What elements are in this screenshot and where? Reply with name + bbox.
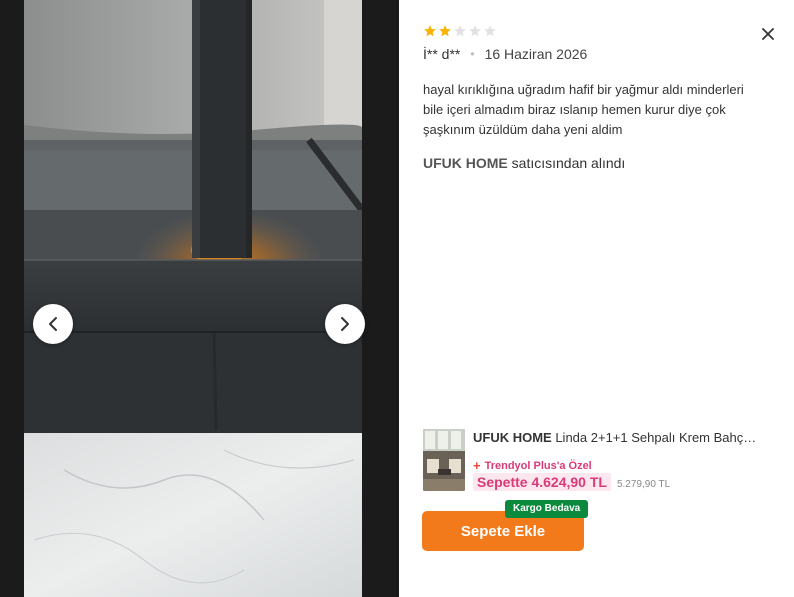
- star-filled-icon: [439, 25, 451, 37]
- plus-icon: +: [473, 458, 481, 473]
- review-image-gallery: [0, 0, 399, 597]
- product-brand: UFUK HOME: [473, 430, 552, 445]
- star-empty-icon: [454, 25, 466, 37]
- review-meta: İ** d** • 16 Haziran 2026: [423, 46, 587, 62]
- review-photo-modal: İ** d** • 16 Haziran 2026 hayal kırıklığ…: [0, 0, 794, 597]
- chevron-right-icon: [339, 316, 351, 332]
- product-name[interactable]: UFUK HOME Linda 2+1+1 Sehpalı Krem Bahçe…: [473, 430, 763, 445]
- seller-info: UFUK HOME satıcısından alındı: [423, 155, 625, 171]
- previous-image-button[interactable]: [33, 304, 73, 344]
- review-details-panel: İ** d** • 16 Haziran 2026 hayal kırıklığ…: [399, 0, 794, 597]
- review-author: İ** d**: [423, 46, 461, 62]
- product-title: Linda 2+1+1 Sehpalı Krem Bahçe Balkon Ot…: [555, 430, 763, 445]
- plus-label: Trendyol Plus'a Özel: [484, 459, 592, 472]
- seller-name: UFUK HOME: [423, 155, 508, 171]
- chevron-left-icon: [47, 316, 59, 332]
- review-date: 16 Haziran 2026: [484, 46, 588, 62]
- review-photo: [24, 0, 362, 597]
- plus-offer: + Trendyol Plus'a Özel: [473, 458, 592, 473]
- next-image-button[interactable]: [325, 304, 365, 344]
- product-card[interactable]: UFUK HOME Linda 2+1+1 Sehpalı Krem Bahçe…: [423, 429, 773, 493]
- close-icon: [762, 27, 774, 43]
- original-price: 5.279,90 TL: [616, 479, 671, 490]
- free-shipping-badge: Kargo Bedava: [505, 500, 589, 518]
- star-empty-icon: [469, 25, 481, 37]
- cart-price: Sepette 4.624,90 TL: [473, 473, 611, 491]
- price-row: Sepette 4.624,90 TL 5.279,90 TL: [473, 473, 670, 491]
- star-empty-icon: [484, 25, 496, 37]
- close-button[interactable]: [759, 26, 777, 44]
- meta-separator: •: [470, 47, 475, 61]
- product-thumbnail[interactable]: [423, 429, 465, 491]
- star-filled-icon: [424, 25, 436, 37]
- review-comment: hayal kırıklığına uğradım hafif bir yağm…: [423, 82, 744, 137]
- star-rating: [423, 24, 497, 38]
- seller-suffix: satıcısından alındı: [507, 155, 626, 171]
